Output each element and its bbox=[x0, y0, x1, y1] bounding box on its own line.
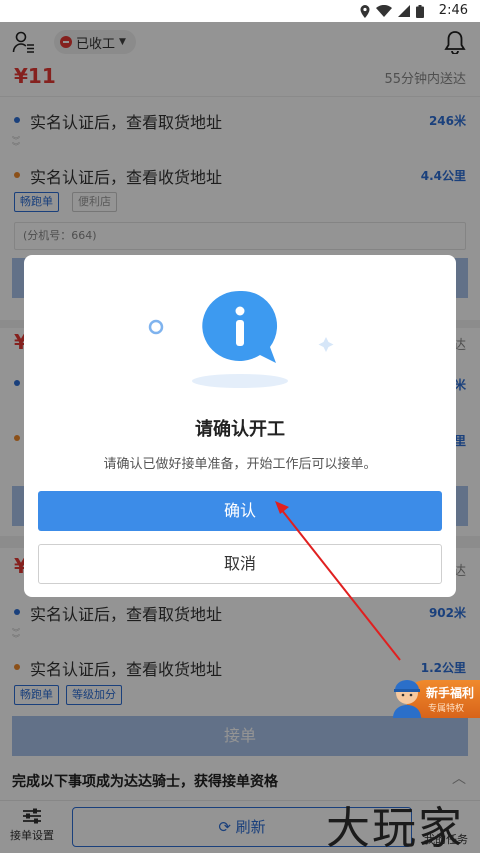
newbie-benefit-badge[interactable]: 新手福利 专属特权 bbox=[388, 674, 480, 720]
battery-icon bbox=[416, 4, 424, 18]
signal-icon bbox=[398, 5, 410, 17]
location-icon bbox=[360, 4, 370, 18]
confirm-start-dialog: 请确认开工 请确认已做好接单准备，开始工作后可以接单。 确认 取消 bbox=[24, 255, 456, 597]
info-bubble-icon bbox=[148, 290, 334, 388]
courier-avatar-icon bbox=[393, 680, 421, 718]
status-bar: 2:46 bbox=[0, 0, 480, 22]
promo-title: 新手福利 bbox=[426, 686, 475, 700]
wifi-icon bbox=[376, 5, 392, 17]
cancel-button[interactable]: 取消 bbox=[38, 544, 442, 584]
watermark-logo: 大玩家 bbox=[326, 803, 464, 853]
promo-subtitle: 专属特权 bbox=[428, 704, 465, 714]
clock: 2:46 bbox=[438, 3, 468, 18]
status-icons bbox=[360, 4, 424, 18]
dialog-title: 请确认开工 bbox=[195, 419, 285, 440]
dialog-message: 请确认已做好接单准备，开始工作后可以接单。 bbox=[103, 457, 377, 472]
confirm-button[interactable]: 确认 bbox=[38, 491, 442, 531]
